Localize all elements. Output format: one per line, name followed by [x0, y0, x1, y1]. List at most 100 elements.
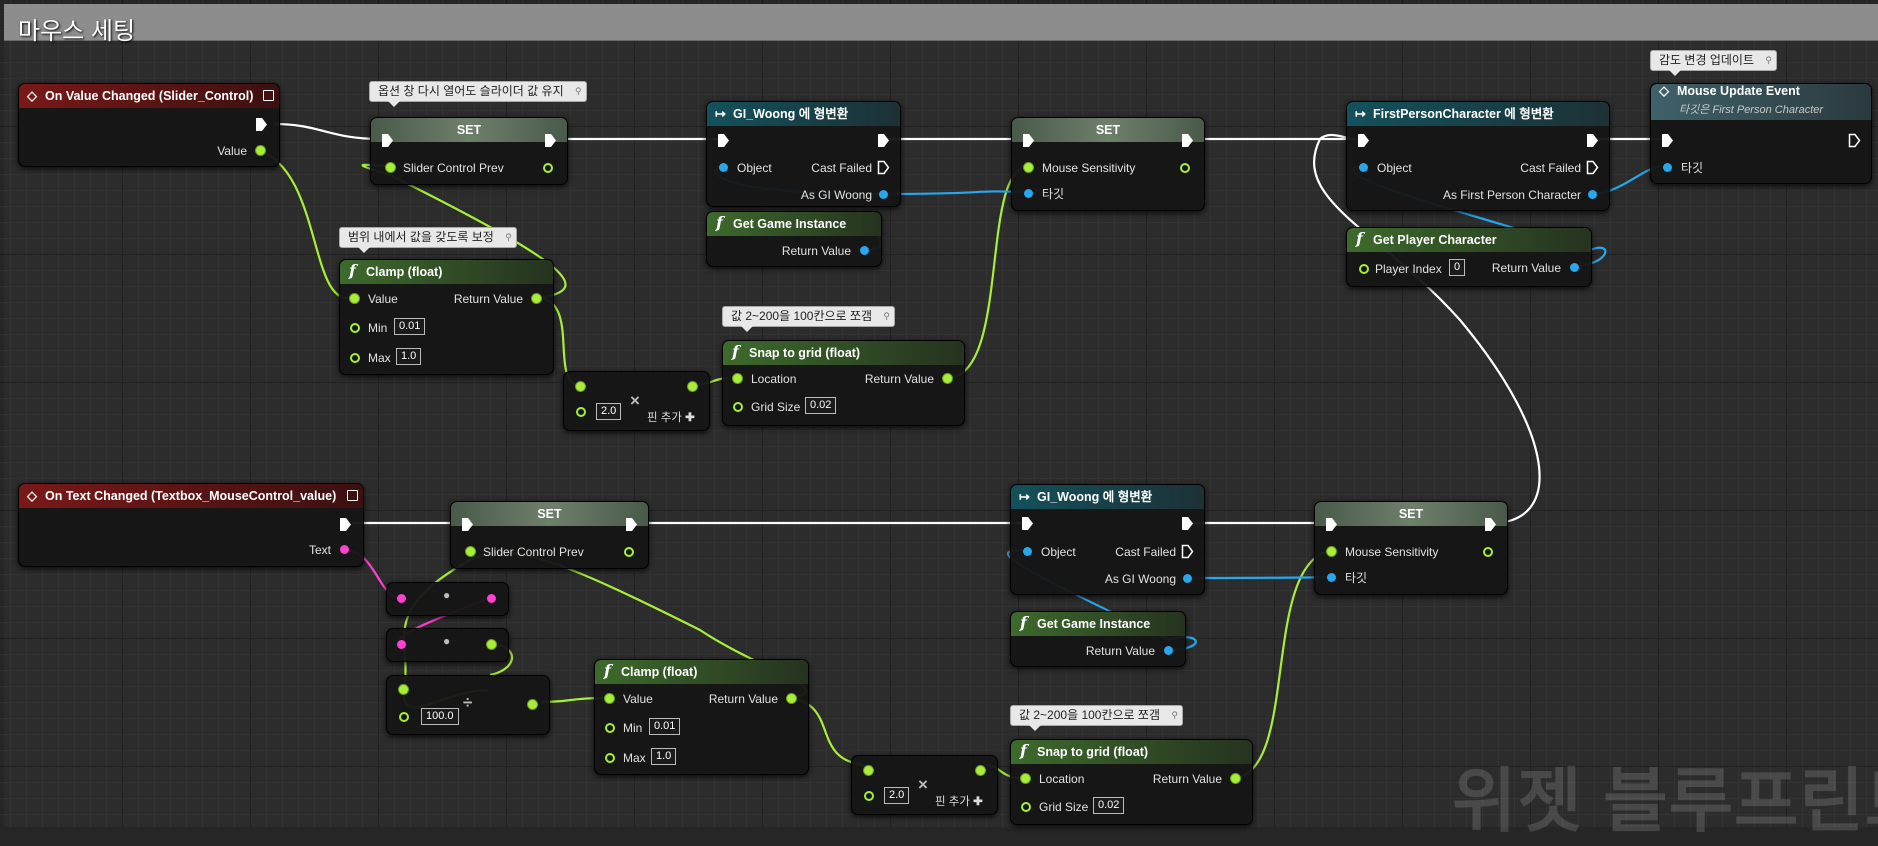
float-pin[interactable]: [466, 547, 475, 556]
exec-in-pin[interactable]: [1661, 133, 1674, 148]
node-cast-gi-woong-top[interactable]: ↦ GI_Woong 에 형변환 Object Cast Failed As G…: [706, 101, 901, 207]
float-pin[interactable]: [605, 753, 615, 763]
float-out-pin[interactable]: [1483, 547, 1493, 557]
text-pin[interactable]: [340, 545, 349, 554]
float-pin[interactable]: [386, 163, 395, 172]
float-out-pin[interactable]: [1231, 774, 1240, 783]
exec-in-pin[interactable]: [1357, 133, 1370, 148]
node-clamp-float-bottom[interactable]: f Clamp (float) Value Return Value Min 0…: [594, 659, 809, 775]
comment-bubble-update[interactable]: 감도 변경 업데이트 ⚲: [1650, 50, 1777, 76]
exec-cast-failed-pin[interactable]: [1181, 544, 1194, 559]
exec-out-pin[interactable]: [1586, 133, 1599, 148]
float-pin[interactable]: [1024, 163, 1033, 172]
node-cast-first-person-character[interactable]: ↦ FirstPersonCharacter 에 형변환 Object Cast…: [1346, 101, 1610, 211]
exec-out-pin[interactable]: [1181, 133, 1194, 148]
float-out-pin[interactable]: [787, 694, 796, 703]
float-pin[interactable]: [350, 323, 360, 333]
node-set-slider-prev-bottom[interactable]: SET Slider Control Prev: [450, 501, 649, 569]
node-multiply-top[interactable]: 2.0 × 핀 추가 ✚: [563, 371, 710, 431]
exec-out-pin[interactable]: [1484, 517, 1497, 532]
object-pin[interactable]: [719, 163, 728, 172]
object-pin[interactable]: [1663, 163, 1672, 172]
add-pin-button[interactable]: 핀 추가 ✚: [935, 793, 983, 809]
float-out-pin[interactable]: [543, 163, 553, 173]
exec-out-pin[interactable]: [544, 133, 557, 148]
object-out-pin[interactable]: [1183, 574, 1192, 583]
min-field[interactable]: 0.01: [394, 318, 426, 335]
node-get-player-character[interactable]: f Get Player Character Player Index 0 Re…: [1346, 227, 1592, 287]
float-pin[interactable]: [1021, 774, 1030, 783]
float-pin[interactable]: [350, 353, 360, 363]
float-pin[interactable]: [1327, 547, 1336, 556]
float-pin[interactable]: [399, 712, 409, 722]
exec-in-pin[interactable]: [1022, 133, 1035, 148]
delegate-pin-icon[interactable]: [263, 90, 274, 101]
float-out-pin[interactable]: [688, 382, 697, 391]
delegate-pin-icon[interactable]: [347, 490, 358, 501]
exec-in-pin[interactable]: [1021, 516, 1034, 531]
float-pin[interactable]: [576, 407, 586, 417]
float-pin[interactable]: [605, 694, 614, 703]
float-pin[interactable]: [399, 685, 408, 694]
int-pin[interactable]: [1359, 264, 1369, 274]
node-conversion-text-to-float[interactable]: ●: [386, 628, 509, 662]
comment-bubble-clamp[interactable]: 범위 내에서 값을 갖도록 보정 ⚲: [339, 227, 517, 253]
exec-out-pin[interactable]: [625, 517, 638, 532]
grid-size-field[interactable]: 0.02: [805, 397, 837, 414]
node-set-mouse-sensitivity-top[interactable]: SET Mouse Sensitivity 타깃: [1011, 117, 1205, 211]
exec-cast-failed-pin[interactable]: [877, 160, 890, 175]
node-snap-to-grid-bottom[interactable]: f Snap to grid (float) Location Return V…: [1010, 739, 1253, 825]
float-pin[interactable]: [1021, 802, 1031, 812]
object-out-pin[interactable]: [1588, 190, 1597, 199]
text-pin[interactable]: [397, 640, 406, 649]
exec-in-pin[interactable]: [381, 133, 394, 148]
max-field[interactable]: 1.0: [396, 348, 422, 365]
add-pin-button[interactable]: 핀 추가 ✚: [647, 409, 695, 425]
object-pin[interactable]: [1023, 547, 1032, 556]
exec-in-pin[interactable]: [717, 133, 730, 148]
node-on-value-changed[interactable]: ◇ On Value Changed (Slider_Control) Valu…: [18, 83, 280, 167]
float-pin[interactable]: [733, 402, 743, 412]
node-clamp-float-top[interactable]: f Clamp (float) Value Return Value Min 0…: [339, 259, 554, 375]
grid-size-field[interactable]: 0.02: [1093, 797, 1125, 814]
text-out-pin[interactable]: [487, 594, 496, 603]
float-out-pin[interactable]: [624, 547, 634, 557]
node-get-game-instance-bottom[interactable]: f Get Game Instance Return Value: [1010, 611, 1186, 667]
float-pin[interactable]: [733, 374, 742, 383]
node-on-text-changed[interactable]: ◇ On Text Changed (Textbox_MouseControl_…: [18, 483, 364, 567]
float-pin[interactable]: [350, 294, 359, 303]
exec-out-pin[interactable]: [877, 133, 890, 148]
divisor-field[interactable]: 100.0: [421, 708, 459, 725]
exec-out-pin[interactable]: [255, 117, 268, 132]
comment-bubble-slider-keep[interactable]: 옵션 창 다시 열어도 슬라이더 값 유지 ⚲: [369, 81, 587, 107]
exec-out-pin[interactable]: [1848, 133, 1861, 148]
float-pin[interactable]: [576, 382, 585, 391]
player-index-field[interactable]: 0: [1449, 259, 1466, 276]
object-out-pin[interactable]: [860, 246, 869, 255]
node-conversion-text[interactable]: ●: [386, 582, 509, 616]
float-out-pin[interactable]: [532, 294, 541, 303]
multiply-value-field[interactable]: 2.0: [596, 403, 622, 420]
float-out-pin[interactable]: [976, 766, 985, 775]
comment-bubble-snap-top[interactable]: 값 2~200을 100칸으로 쪼갬 ⚲: [722, 306, 896, 332]
node-divide[interactable]: 100.0 ÷: [386, 675, 550, 735]
float-out-pin[interactable]: [1180, 163, 1190, 173]
node-snap-to-grid-top[interactable]: f Snap to grid (float) Location Return V…: [722, 340, 965, 426]
float-pin[interactable]: [864, 791, 874, 801]
object-out-pin[interactable]: [1164, 646, 1173, 655]
float-out-pin[interactable]: [528, 700, 537, 709]
exec-out-pin[interactable]: [1181, 516, 1194, 531]
exec-in-pin[interactable]: [1325, 517, 1338, 532]
object-pin[interactable]: [1024, 189, 1033, 198]
multiply-value-field[interactable]: 2.0: [884, 787, 910, 804]
object-pin[interactable]: [1327, 573, 1336, 582]
node-multiply-bottom[interactable]: 2.0 × 핀 추가 ✚: [851, 755, 998, 815]
object-out-pin[interactable]: [1570, 263, 1579, 272]
object-pin[interactable]: [1359, 163, 1368, 172]
exec-cast-failed-pin[interactable]: [1586, 160, 1599, 175]
node-set-slider-prev-top[interactable]: SET Slider Control Prev: [370, 117, 568, 185]
node-cast-gi-woong-bottom[interactable]: ↦ GI_Woong 에 형변환 Object Cast Failed As G…: [1010, 484, 1205, 595]
node-set-mouse-sensitivity-bottom[interactable]: SET Mouse Sensitivity 타깃: [1314, 501, 1508, 595]
exec-out-pin[interactable]: [339, 517, 352, 532]
text-pin[interactable]: [397, 594, 406, 603]
